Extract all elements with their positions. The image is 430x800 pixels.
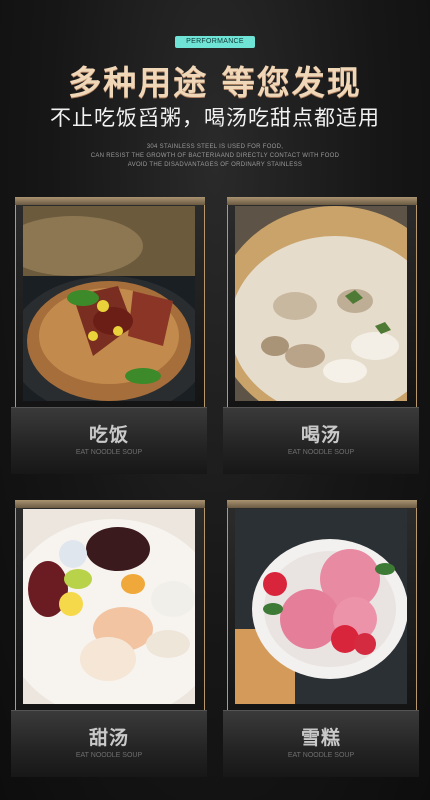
page-subtitle: 不止吃饭舀粥，喝汤吃甜点都适用 [50, 106, 380, 130]
card-plinth: 喝汤 EAT NOODLE SOUP [223, 407, 419, 474]
card-sublabel: EAT NOODLE SOUP [287, 449, 355, 456]
desc-line-2: CAN RESIST THE GROWTH OF BACTERIAAND DIR… [90, 153, 340, 159]
card-plinth: 吃饭 EAT NOODLE SOUP [11, 407, 207, 474]
ice-cream-photo [235, 509, 407, 704]
card-plinth: 雪糕 EAT NOODLE SOUP [223, 710, 419, 777]
card-label: 甜汤 [88, 727, 129, 749]
card-plinth: 甜汤 EAT NOODLE SOUP [11, 710, 207, 777]
card-frame-top [227, 500, 417, 508]
card-label: 吃饭 [88, 424, 129, 446]
card-sublabel: EAT NOODLE SOUP [287, 752, 355, 759]
card-frame-top [15, 197, 205, 205]
card-sublabel: EAT NOODLE SOUP [75, 449, 143, 456]
usage-card-sweet-soup: 甜汤 EAT NOODLE SOUP [11, 500, 207, 777]
card-label: 喝汤 [300, 424, 341, 446]
usage-card-soup: 喝汤 EAT NOODLE SOUP [223, 197, 419, 474]
usage-card-rice: 吃饭 EAT NOODLE SOUP [11, 197, 207, 474]
rice-bowl-photo [23, 206, 195, 401]
card-frame-top [15, 500, 205, 508]
desc-line-3: AVOID THE DISADVANTAGES OF ORDINARY STAI… [127, 162, 303, 168]
card-frame-top [227, 197, 417, 205]
page-title: 多种用途 等您发现 [68, 63, 362, 102]
card-sublabel: EAT NOODLE SOUP [75, 752, 143, 759]
desc-line-1: 304 STAINLESS STEEL IS USED FOR FOOD, [146, 144, 284, 150]
performance-badge: PERFORMANCE [175, 36, 255, 48]
soup-photo [235, 206, 407, 401]
sweet-soup-photo [23, 509, 195, 704]
card-label: 雪糕 [300, 727, 341, 749]
usage-card-ice-cream: 雪糕 EAT NOODLE SOUP [223, 500, 419, 777]
